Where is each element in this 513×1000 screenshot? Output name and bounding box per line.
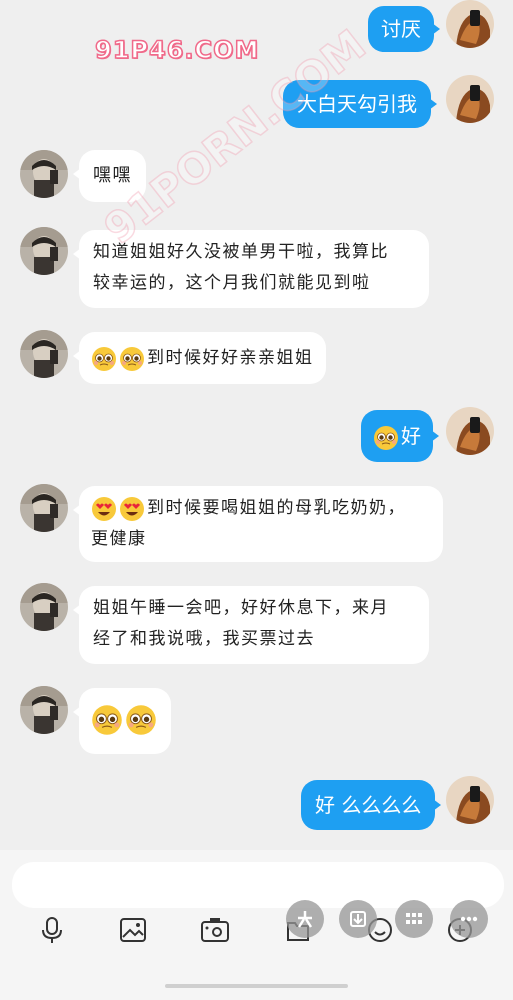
outgoing-message[interactable]: 好 [361, 410, 439, 462]
message-text: 好 么么么么 [315, 793, 422, 817]
message-text: 到时候好好亲亲姐姐 [147, 348, 314, 368]
outgoing-message[interactable]: 讨厌 [368, 6, 440, 52]
six-icon[interactable] [286, 900, 324, 938]
heart-eyes-emoji [92, 496, 116, 521]
message-text: 嘿嘿 [93, 165, 132, 186]
heart-eyes-emoji [120, 496, 144, 521]
ellipsis-icon[interactable] [450, 900, 488, 938]
avatar[interactable] [446, 776, 494, 824]
pleading-emoji [91, 704, 123, 736]
incoming-message[interactable]: 嘿嘿 [73, 150, 146, 202]
composer-area [0, 850, 513, 1000]
avatar[interactable] [20, 484, 68, 532]
pleading-emoji [91, 346, 117, 371]
incoming-message[interactable]: 姐姐午睡一会吧，好好休息下，来月 经了和我说哦，我买票过去 [73, 586, 429, 664]
avatar[interactable] [20, 686, 68, 734]
outgoing-message[interactable]: 好 么么么么 [301, 780, 442, 830]
microphone-icon[interactable] [34, 912, 70, 948]
incoming-message[interactable]: 到时候要喝姐姐的母乳吃奶奶， 更健康 [73, 486, 443, 562]
incoming-message[interactable] [73, 688, 171, 754]
watermark-top: 91P46.COM [94, 35, 260, 65]
message-text: 大白天勾引我 [297, 92, 417, 116]
message-text-line: 知道姐姐好久没被单男干啦，我算比 [93, 242, 389, 262]
avatar[interactable] [20, 150, 68, 198]
outgoing-message[interactable]: 大白天勾引我 [283, 80, 437, 128]
avatar[interactable] [446, 0, 494, 48]
image-icon[interactable] [115, 912, 151, 948]
pleading-emoji [373, 425, 399, 450]
avatar[interactable] [20, 227, 68, 275]
message-text-line: 经了和我说哦，我买票过去 [93, 629, 315, 649]
message-text: 讨厌 [381, 17, 421, 41]
message-input[interactable] [12, 862, 504, 908]
message-text: 好 [401, 424, 421, 448]
message-text-line: 姐姐午睡一会吧，好好休息下，来月 [93, 598, 389, 618]
message-text-line: 更健康 [91, 529, 147, 549]
grid-icon[interactable] [395, 900, 433, 938]
avatar[interactable] [446, 407, 494, 455]
avatar[interactable] [20, 583, 68, 631]
home-indicator[interactable] [165, 984, 348, 988]
camera-icon[interactable] [197, 912, 233, 948]
incoming-message[interactable]: 到时候好好亲亲姐姐 [73, 332, 326, 384]
download-icon[interactable] [339, 900, 377, 938]
message-text-line: 到时候要喝姐姐的母乳吃奶奶， [147, 498, 406, 518]
avatar[interactable] [20, 330, 68, 378]
pleading-emoji [119, 346, 145, 371]
incoming-message[interactable]: 知道姐姐好久没被单男干啦，我算比 较幸运的，这个月我们就能见到啦 [73, 230, 429, 308]
message-text-line: 较幸运的，这个月我们就能见到啦 [93, 273, 371, 293]
avatar[interactable] [446, 75, 494, 123]
pleading-emoji [125, 704, 157, 736]
